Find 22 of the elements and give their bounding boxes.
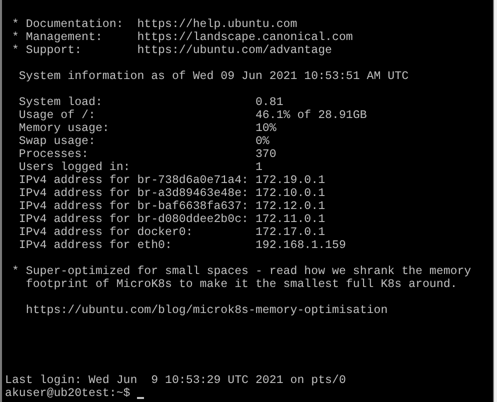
- terminal-line: IPv4 address for br-baf6638fa637: 172.12.0.1: [18, 200, 326, 213]
- terminal-line: * Super-optimized for small spaces - read how we shrank the memory: [10, 265, 472, 278]
- terminal-line: Usage of /: 46.1% of 28.91GB: [18, 109, 367, 122]
- terminal-line: Memory usage: 10%: [18, 122, 276, 135]
- terminal-line: footprint of MicroK8s to make it the smallest full K8s around.: [24, 278, 458, 291]
- terminal-line: * Documentation: https://help.ubuntu.com: [10, 18, 298, 31]
- terminal-line: IPv4 address for eth0: 192.168.1.159: [18, 239, 346, 252]
- terminal-line: Processes: 370: [18, 148, 276, 161]
- terminal-line: IPv4 address for br-738d6a0e71a4: 172.19.0.1: [18, 174, 326, 187]
- terminal-line: https://ubuntu.com/blog/microk8s-memory-optimisation: [24, 304, 388, 317]
- terminal-line: * Management: https://landscape.canonical.com: [10, 31, 353, 44]
- terminal-line: * Support: https://ubuntu.com/advantage: [10, 44, 332, 57]
- last-login-line: Last login: Wed Jun 9 10:53:29 UTC 2021 on pts/0: [5, 374, 346, 387]
- terminal-line: System information as of Wed 09 Jun 2021 10:53:51 AM UTC: [18, 70, 409, 83]
- terminal-line: IPv4 address for docker0: 172.17.0.1: [18, 226, 326, 239]
- cursor-icon: [137, 397, 144, 399]
- terminal-line: Users logged in: 1: [18, 161, 262, 174]
- shell-prompt: akuser@ub20test:~$: [5, 387, 130, 400]
- terminal-line: IPv4 address for br-a3d89463e48e: 172.10.0.1: [18, 187, 326, 200]
- terminal-line: System load: 0.81: [18, 96, 284, 109]
- terminal-line: Swap usage: 0%: [18, 135, 270, 148]
- terminal-line: IPv4 address for br-d080ddee2b0c: 172.11.0.1: [18, 213, 326, 226]
